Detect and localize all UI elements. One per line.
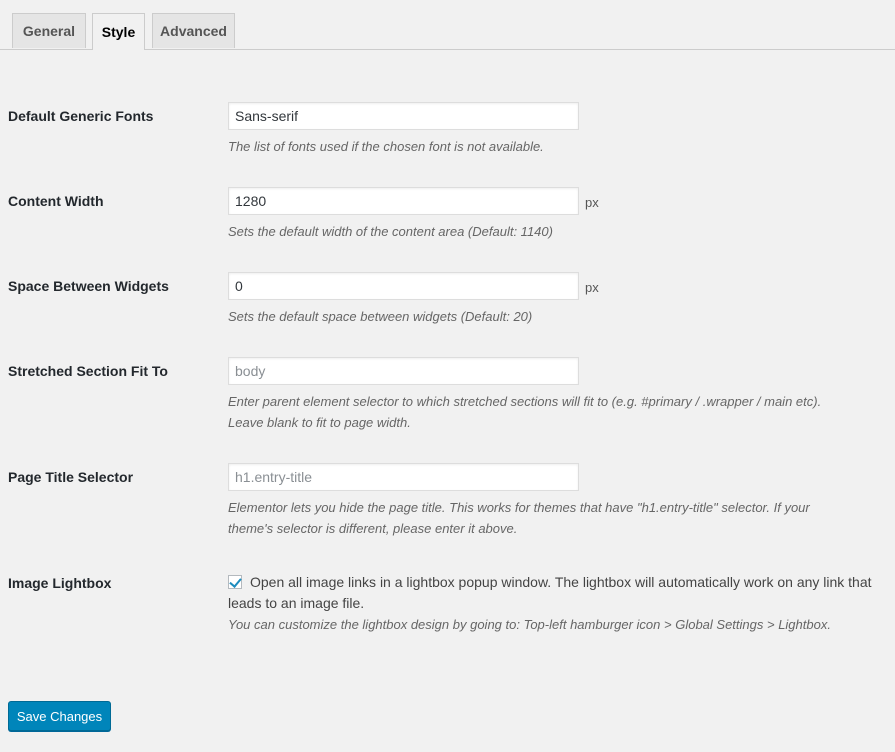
generic-fonts-input[interactable] — [228, 102, 579, 130]
image-lightbox-description: You can customize the lightbox design by… — [228, 617, 831, 632]
space-between-widgets-input[interactable] — [228, 272, 579, 300]
stretched-section-input[interactable] — [228, 357, 579, 385]
tab-style[interactable]: Style — [92, 13, 145, 50]
content-width-description: Sets the default width of the content ar… — [228, 224, 553, 239]
content-width-input[interactable] — [228, 187, 579, 215]
generic-fonts-description: The list of fonts used if the chosen fon… — [228, 139, 544, 154]
image-lightbox-option: Open all image links in a lightbox popup… — [228, 572, 888, 614]
tab-advanced[interactable]: Advanced — [152, 13, 235, 48]
generic-fonts-label: Default Generic Fonts — [8, 108, 154, 124]
page-title-selector-description-line1: Elementor lets you hide the page title. … — [228, 500, 810, 515]
page-title-selector-description: Elementor lets you hide the page title. … — [228, 497, 888, 539]
save-changes-button[interactable]: Save Changes — [8, 701, 111, 731]
image-lightbox-checkbox[interactable] — [228, 575, 242, 589]
content-width-label: Content Width — [8, 193, 104, 209]
space-between-widgets-label: Space Between Widgets — [8, 278, 169, 294]
page-title-selector-description-line2: theme's selector is different, please en… — [228, 521, 518, 536]
stretched-section-label: Stretched Section Fit To — [8, 363, 168, 379]
page-title-selector-input[interactable] — [228, 463, 579, 491]
page-title-selector-label: Page Title Selector — [8, 469, 134, 485]
image-lightbox-label: Image Lightbox — [8, 575, 112, 591]
space-between-widgets-description: Sets the default space between widgets (… — [228, 309, 533, 324]
tab-general[interactable]: General — [12, 13, 86, 48]
settings-tabs: General Style Advanced — [0, 0, 895, 50]
stretched-section-description-line2: Leave blank to fit to page width. — [228, 415, 411, 430]
image-lightbox-checkbox-label[interactable]: Open all image links in a lightbox popup… — [228, 574, 872, 611]
content-width-unit: px — [585, 195, 599, 210]
stretched-section-description-line1: Enter parent element selector to which s… — [228, 394, 822, 409]
space-between-widgets-unit: px — [585, 280, 599, 295]
stretched-section-description: Enter parent element selector to which s… — [228, 391, 888, 433]
